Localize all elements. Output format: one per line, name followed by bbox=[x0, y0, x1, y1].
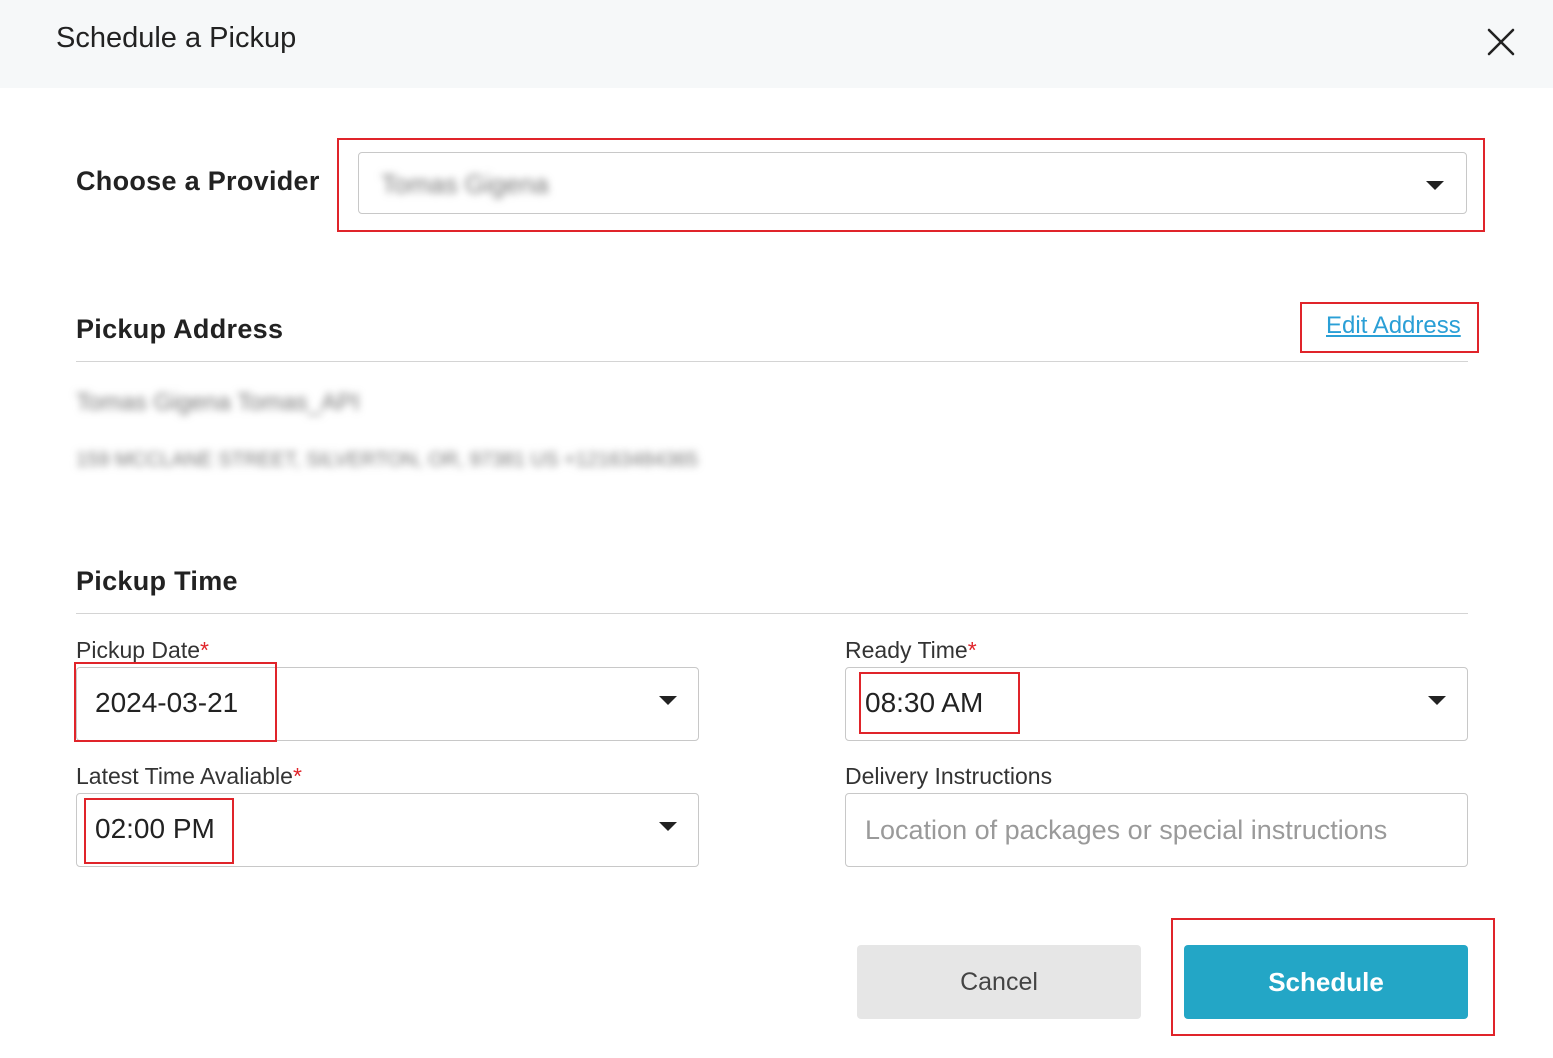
pickup-date-select[interactable]: 2024-03-21 bbox=[76, 667, 699, 741]
delivery-instructions-label: Delivery Instructions bbox=[845, 763, 1053, 789]
schedule-button[interactable]: Schedule bbox=[1184, 945, 1468, 1019]
chevron-down-icon bbox=[659, 696, 677, 705]
pickup-date-label: Pickup Date* bbox=[76, 637, 209, 663]
pickup-time-title: Pickup Time bbox=[76, 566, 238, 596]
latest-time-label: Latest Time Avaliable* bbox=[76, 763, 302, 789]
dialog-title: Schedule a Pickup bbox=[56, 22, 297, 54]
pickup-address-title: Pickup Address bbox=[76, 314, 284, 344]
provider-label: Choose a Provider bbox=[76, 166, 320, 196]
latest-time-select[interactable]: 02:00 PM bbox=[76, 793, 699, 867]
delivery-instructions-input[interactable] bbox=[845, 793, 1468, 867]
dialog-header: Schedule a Pickup bbox=[0, 0, 1553, 88]
latest-time-value: 02:00 PM bbox=[95, 813, 215, 844]
chevron-down-icon bbox=[1426, 181, 1444, 190]
pickup-date-value: 2024-03-21 bbox=[95, 687, 239, 718]
close-button[interactable] bbox=[1483, 24, 1519, 60]
section-divider bbox=[76, 613, 1468, 614]
ready-time-select[interactable]: 08:30 AM bbox=[845, 667, 1468, 741]
edit-address-link[interactable]: Edit Address bbox=[1326, 312, 1461, 340]
chevron-down-icon bbox=[1428, 696, 1446, 705]
section-divider bbox=[76, 361, 1468, 362]
provider-select[interactable]: Tomas Gigena bbox=[358, 152, 1467, 214]
address-detail-line: 159 MCCLANE STREET, SILVERTON, OR, 97381… bbox=[76, 449, 698, 471]
close-icon bbox=[1487, 28, 1515, 56]
ready-time-value: 08:30 AM bbox=[865, 687, 984, 718]
cancel-button[interactable]: Cancel bbox=[857, 945, 1141, 1019]
address-name-line: Tomas Gigena Tomas_API bbox=[76, 389, 360, 416]
provider-selected-value: Tomas Gigena bbox=[381, 169, 549, 199]
ready-time-label: Ready Time* bbox=[845, 637, 977, 663]
chevron-down-icon bbox=[659, 822, 677, 831]
